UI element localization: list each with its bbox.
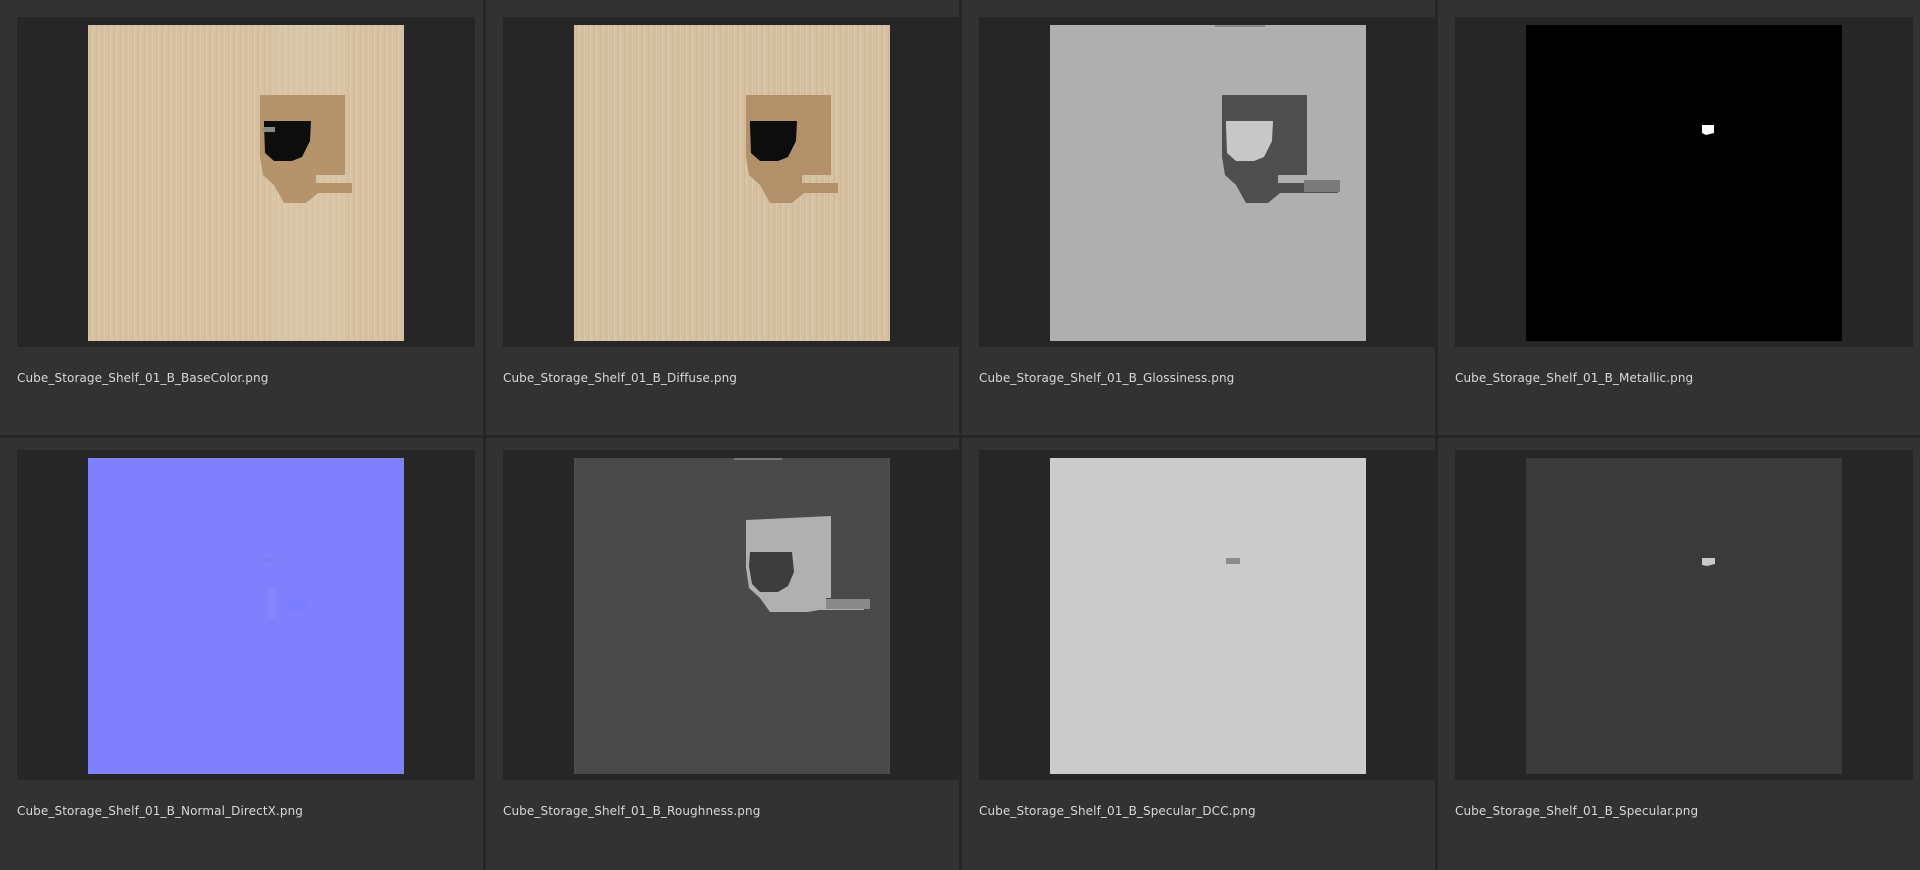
asset-tile-normal[interactable]: Cube_Storage_Shelf_01_B_Normal_DirectX.p… xyxy=(0,438,483,870)
asset-filename[interactable]: Cube_Storage_Shelf_01_B_Diffuse.png xyxy=(503,371,737,385)
asset-tile-diffuse[interactable]: Cube_Storage_Shelf_01_B_Diffuse.png xyxy=(486,0,959,435)
dark-gray-texture-thumbnail xyxy=(1526,458,1842,774)
asset-filename[interactable]: Cube_Storage_Shelf_01_B_BaseColor.png xyxy=(17,371,268,385)
asset-filename[interactable]: Cube_Storage_Shelf_01_B_Roughness.png xyxy=(503,804,760,818)
asset-filename[interactable]: Cube_Storage_Shelf_01_B_Metallic.png xyxy=(1455,371,1693,385)
asset-filename[interactable]: Cube_Storage_Shelf_01_B_Normal_DirectX.p… xyxy=(17,804,303,818)
asset-filename[interactable]: Cube_Storage_Shelf_01_B_Specular_DCC.png xyxy=(979,804,1256,818)
thumbnail-frame xyxy=(1455,17,1913,347)
wood-texture-thumbnail xyxy=(574,25,890,341)
asset-grid: Cube_Storage_Shelf_01_B_BaseColor.png Cu… xyxy=(0,0,1920,870)
thumbnail-frame xyxy=(503,17,959,347)
asset-tile-specular[interactable]: Cube_Storage_Shelf_01_B_Specular.png xyxy=(1438,438,1920,870)
asset-tile-metallic[interactable]: Cube_Storage_Shelf_01_B_Metallic.png xyxy=(1438,0,1920,435)
thumbnail-frame xyxy=(979,450,1435,780)
normal-map-thumbnail xyxy=(88,458,404,774)
asset-tile-basecolor[interactable]: Cube_Storage_Shelf_01_B_BaseColor.png xyxy=(0,0,483,435)
grayscale-texture-thumbnail xyxy=(1050,25,1366,341)
thumbnail-frame xyxy=(1455,450,1913,780)
grayscale-texture-thumbnail xyxy=(574,458,890,774)
thumbnail-frame xyxy=(17,17,475,347)
wood-texture-thumbnail xyxy=(88,25,404,341)
asset-filename[interactable]: Cube_Storage_Shelf_01_B_Glossiness.png xyxy=(979,371,1234,385)
asset-filename[interactable]: Cube_Storage_Shelf_01_B_Specular.png xyxy=(1455,804,1698,818)
thumbnail-frame xyxy=(17,450,475,780)
thumbnail-frame xyxy=(503,450,959,780)
black-texture-thumbnail xyxy=(1526,25,1842,341)
asset-tile-specular-dcc[interactable]: Cube_Storage_Shelf_01_B_Specular_DCC.png xyxy=(962,438,1435,870)
light-gray-texture-thumbnail xyxy=(1050,458,1366,774)
thumbnail-frame xyxy=(979,17,1435,347)
asset-tile-glossiness[interactable]: Cube_Storage_Shelf_01_B_Glossiness.png xyxy=(962,0,1435,435)
asset-tile-roughness[interactable]: Cube_Storage_Shelf_01_B_Roughness.png xyxy=(486,438,959,870)
